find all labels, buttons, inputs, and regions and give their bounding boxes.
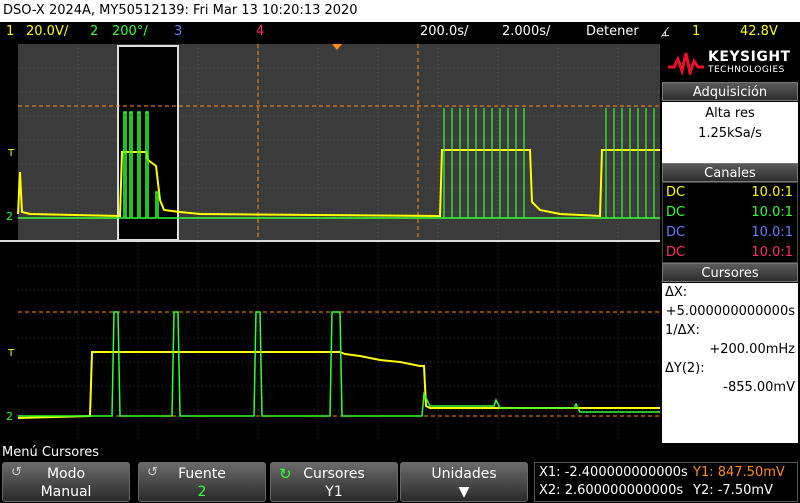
- brand-name: KEYSIGHT: [708, 49, 791, 65]
- ch4-probe: 10.0:1: [751, 245, 793, 260]
- channel-row-3[interactable]: DC 10.0:1: [663, 223, 797, 243]
- ch3-coupling: DC: [666, 225, 686, 240]
- acquisition-header[interactable]: Adquisición: [662, 82, 798, 101]
- delta-y-label: ΔY(2):: [665, 361, 705, 376]
- trigger-channel[interactable]: 1: [692, 22, 700, 42]
- ch2-coupling: DC: [666, 205, 686, 220]
- side-panel: KEYSIGHT TECHNOLOGIES Adquisición Alta r…: [660, 42, 800, 444]
- trigger-level[interactable]: 42.8V: [740, 22, 778, 42]
- x2-readout: X2: 2.600000000000s: [539, 483, 684, 498]
- ch1-number[interactable]: 1: [6, 22, 14, 42]
- ch2-scale[interactable]: 200°/: [112, 22, 148, 42]
- overview-panel: [18, 44, 660, 240]
- ch3-probe: 10.0:1: [751, 225, 793, 240]
- ch2-ground-marker-lower: 2: [6, 410, 13, 423]
- acquisition-panel: Alta res 1.25kSa/s: [662, 102, 798, 164]
- mode-softkey[interactable]: ↺ Modo Manual: [2, 462, 130, 502]
- y2-readout: Y2: -7.50mV: [693, 483, 773, 498]
- cursors-softkey-value: Y1: [325, 484, 343, 500]
- ch2-number[interactable]: 2: [90, 22, 98, 42]
- source-softkey-value: 2: [197, 484, 207, 500]
- ch1-coupling: DC: [666, 185, 686, 200]
- submenu-down-arrow-icon: ▼: [458, 484, 470, 500]
- timebase-position[interactable]: 200.0s/: [420, 22, 468, 42]
- ch3-number[interactable]: 3: [174, 22, 182, 42]
- inverse-delta-x-value: +200.00mHz: [709, 342, 795, 357]
- cursors-panel: ΔX: +5.000000000000s 1/ΔX: +200.00mHz ΔY…: [662, 283, 798, 443]
- trigger-level-marker-upper: T: [7, 148, 15, 159]
- run-state[interactable]: Detener: [586, 22, 639, 42]
- keysight-wave-icon: [668, 52, 704, 75]
- acquisition-mode: Alta res: [705, 106, 755, 121]
- ch2-trace-lower: [18, 311, 660, 417]
- softkey-bar: ↺ Modo Manual ↺ Fuente 2 ↻ Cursores Y1 U…: [0, 461, 800, 503]
- channel-row-1[interactable]: DC 10.0:1: [663, 183, 797, 203]
- brand-sub: TECHNOLOGIES: [708, 65, 785, 75]
- ch4-number[interactable]: 4: [256, 22, 264, 42]
- delta-y-value: -855.00mV: [723, 380, 795, 395]
- source-softkey[interactable]: ↺ Fuente 2: [138, 462, 266, 502]
- ch2-ground-marker-upper: 2: [6, 210, 13, 223]
- units-softkey-label: Unidades: [431, 466, 497, 482]
- window-title: DSO-X 2024A, MY50512139: Fri Mar 13 10:2…: [0, 0, 800, 22]
- timebase-scale[interactable]: 2.000s/: [502, 22, 550, 42]
- y1-readout: Y1: 847.50mV: [693, 465, 785, 480]
- cursors-header[interactable]: Cursores: [662, 263, 798, 282]
- waveform-svg: T 2 T 2: [0, 44, 660, 442]
- mode-softkey-label: Modo: [46, 466, 86, 482]
- cursors-softkey-label: Cursores: [303, 466, 365, 482]
- channel-row-2[interactable]: DC 10.0:1: [663, 203, 797, 223]
- channels-panel: DC 10.0:1 DC 10.0:1 DC 10.0:1 DC 10.0:1: [662, 182, 798, 263]
- cursor-readout: X1: -2.400000000000s X2: 2.600000000000s…: [534, 462, 798, 502]
- ch2-probe: 10.0:1: [751, 205, 793, 220]
- x1-readout: X1: -2.400000000000s: [539, 465, 688, 480]
- mode-softkey-value: Manual: [40, 484, 92, 500]
- cursors-softkey[interactable]: ↻ Cursores Y1: [270, 462, 398, 502]
- channels-header[interactable]: Canales: [662, 163, 798, 182]
- brand-logo: KEYSIGHT TECHNOLOGIES: [662, 45, 798, 79]
- menu-title: Menú Cursores: [2, 445, 100, 460]
- delta-x-value: +5.000000000000s: [665, 304, 795, 319]
- inverse-delta-x-label: 1/ΔX:: [665, 323, 700, 338]
- ch4-coupling: DC: [666, 245, 686, 260]
- trigger-level-marker-lower: T: [7, 348, 15, 359]
- ch1-probe: 10.0:1: [751, 185, 793, 200]
- trigger-edge-icon: ⫠̸: [662, 25, 670, 39]
- status-bar: 1 20.0V/ 2 200°/ 3 4 200.0s/ 2.000s/ Det…: [0, 22, 800, 42]
- acquisition-rate: 1.25kSa/s: [698, 126, 762, 141]
- delta-x-label: ΔX:: [665, 285, 688, 300]
- source-softkey-label: Fuente: [178, 466, 226, 482]
- waveform-display[interactable]: T 2 T 2: [0, 42, 660, 444]
- ch1-scale[interactable]: 20.0V/: [26, 22, 68, 42]
- zoom-divider: [0, 240, 660, 242]
- channel-row-4[interactable]: DC 10.0:1: [663, 243, 797, 263]
- units-softkey[interactable]: Unidades ▼: [400, 462, 528, 502]
